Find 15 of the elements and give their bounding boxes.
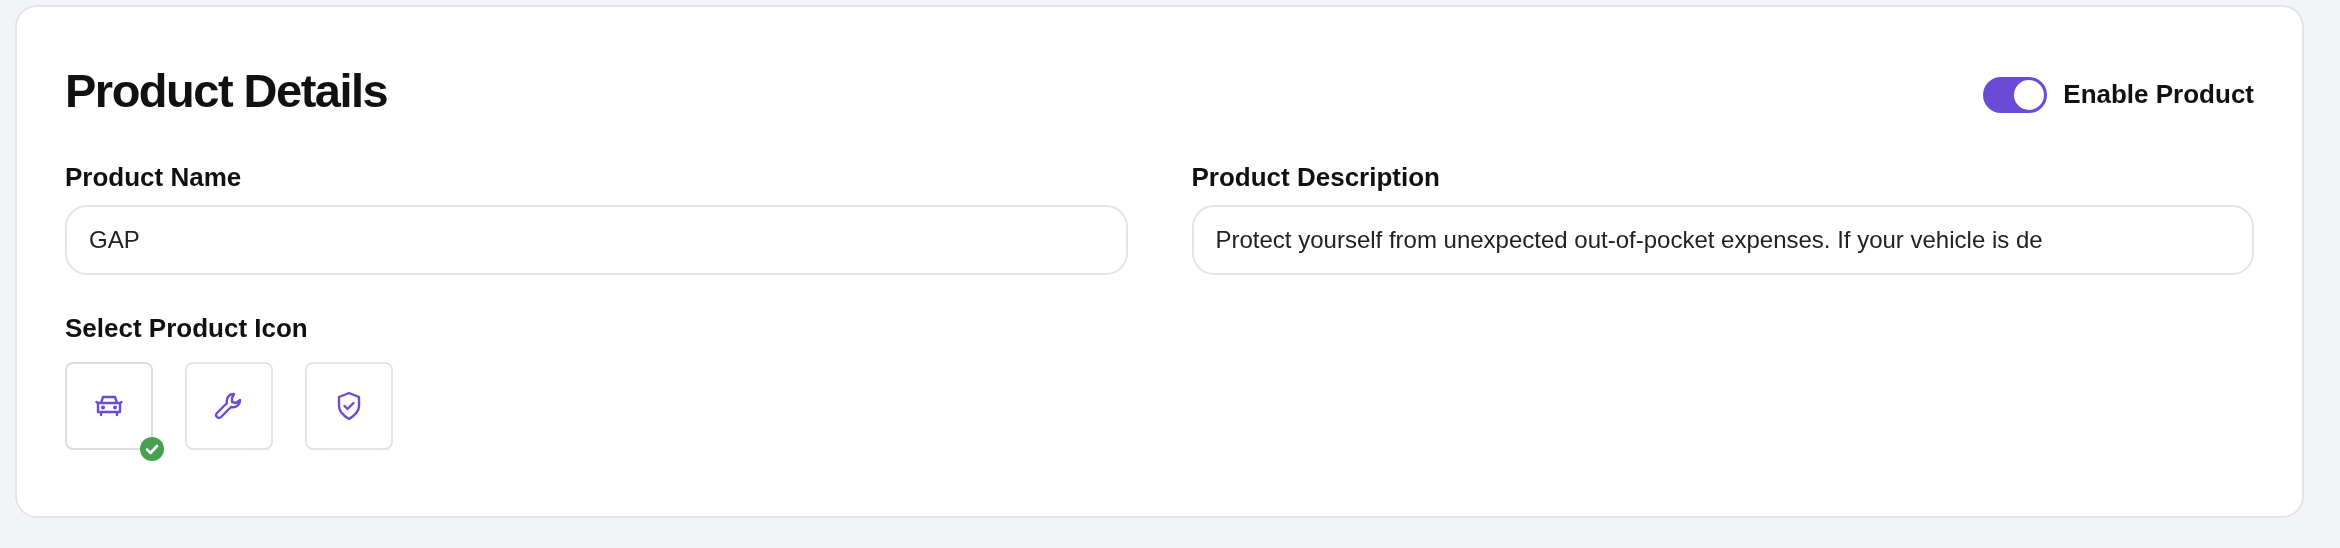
field-label: Product Name [65, 162, 243, 193]
field-label: Product Description [1191, 162, 1441, 193]
input-field[interactable]: Protect yourself from unexpected out-of-pocket expenses. If your vehicle is de [1191, 205, 2254, 275]
input-field[interactable]: GAP [65, 205, 1128, 275]
check-badge-icon [139, 436, 165, 462]
toggle-label: Enable Product [2063, 79, 2254, 110]
icon-option[interactable] [185, 362, 273, 450]
section-title: Product Details [65, 63, 388, 118]
shield-icon [336, 391, 362, 421]
enable-toggle[interactable] [1983, 76, 2048, 113]
wrench-icon [214, 391, 244, 421]
icon-option[interactable] [65, 362, 153, 450]
field-label: Select Product Icon [65, 313, 309, 344]
icon-option[interactable] [305, 362, 393, 450]
car-icon [95, 394, 123, 418]
